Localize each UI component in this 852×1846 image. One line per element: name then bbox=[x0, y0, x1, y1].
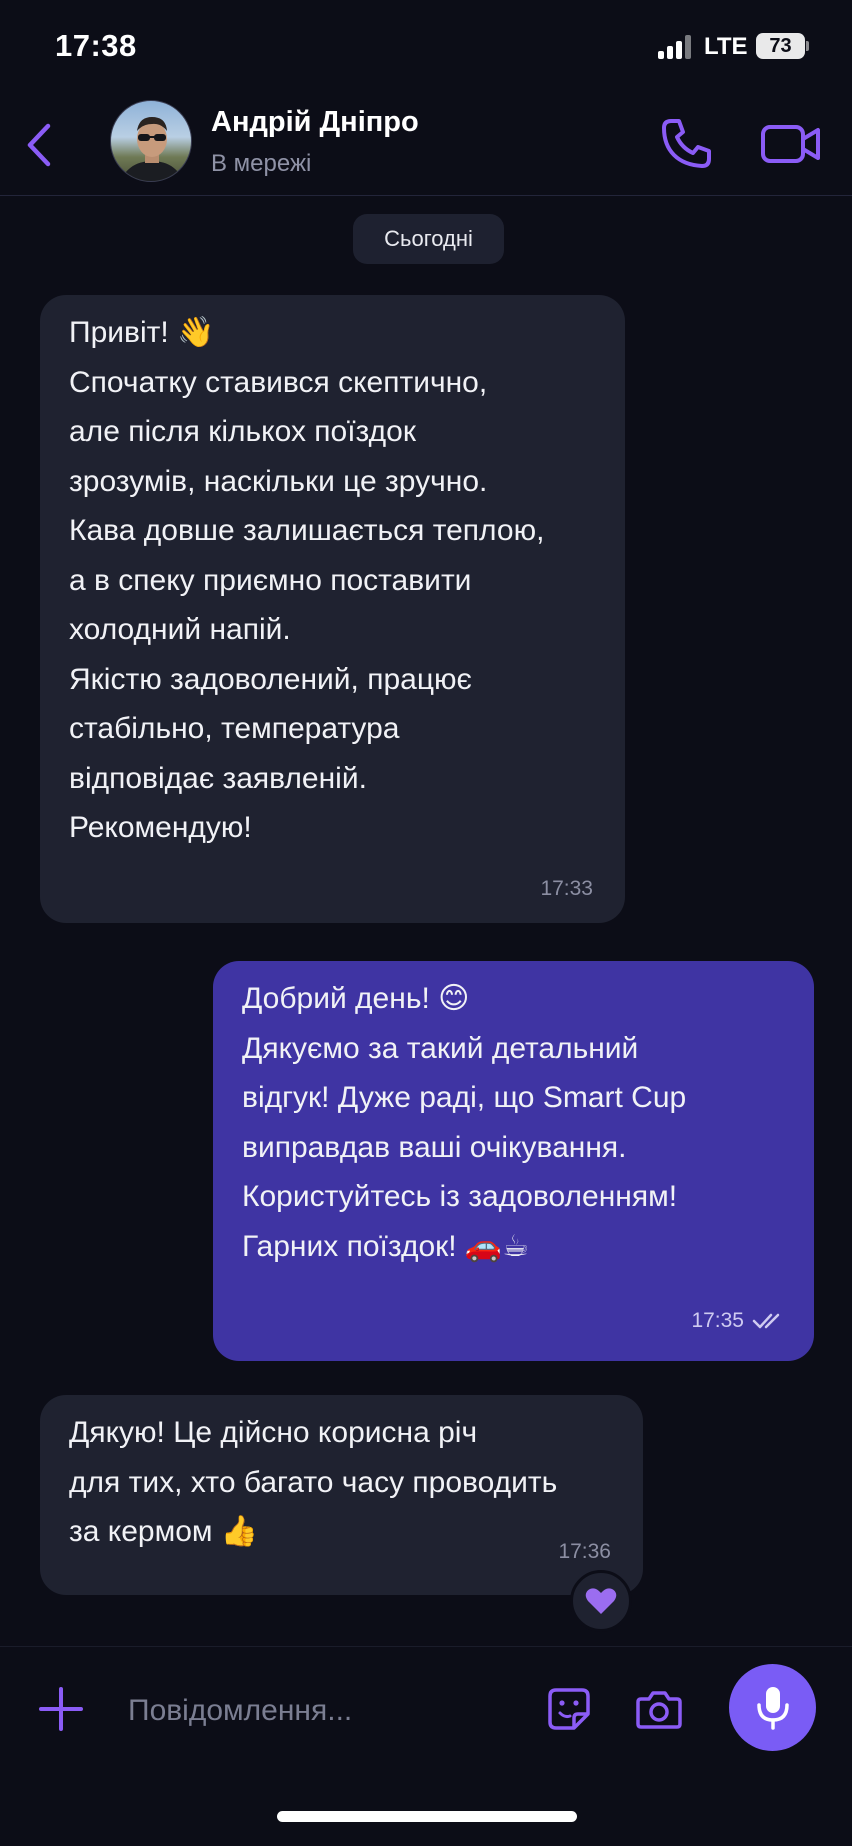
double-check-icon bbox=[752, 1313, 780, 1329]
outgoing-message-bubble[interactable]: Добрий день! 😊 Дякуємо за такий детальни… bbox=[213, 961, 814, 1361]
contact-status: В мережі bbox=[211, 150, 312, 177]
video-call-icon[interactable] bbox=[760, 120, 822, 168]
message-time: 17:33 bbox=[540, 877, 593, 900]
message-input[interactable] bbox=[128, 1686, 528, 1736]
message-time: 17:36 bbox=[558, 1540, 611, 1563]
avatar-photo bbox=[122, 117, 182, 181]
back-chevron-icon[interactable] bbox=[24, 122, 54, 168]
battery-cap bbox=[806, 41, 809, 51]
message-text: Добрий день! 😊 Дякуємо за такий детальни… bbox=[242, 982, 687, 1263]
camera-icon[interactable] bbox=[636, 1688, 682, 1730]
add-attachment-icon[interactable] bbox=[38, 1686, 84, 1732]
phone-call-icon[interactable] bbox=[658, 116, 714, 172]
battery-icon: 73 bbox=[756, 33, 805, 59]
purple-heart-icon bbox=[585, 1588, 617, 1614]
date-separator: Сьогодні bbox=[353, 214, 504, 264]
sticker-icon[interactable] bbox=[546, 1686, 592, 1732]
message-text: Дякую! Це дійсно корисна річ для тих, хт… bbox=[69, 1416, 558, 1548]
incoming-message-bubble[interactable]: Дякую! Це дійсно корисна річ для тих, хт… bbox=[40, 1395, 643, 1595]
microphone-icon bbox=[756, 1686, 789, 1730]
signal-strength-icon bbox=[658, 35, 694, 59]
incoming-message-bubble[interactable]: Привіт! 👋 Спочатку ставився скептично, а… bbox=[40, 295, 625, 923]
voice-message-button[interactable] bbox=[729, 1664, 816, 1751]
message-text: Привіт! 👋 Спочатку ставився скептично, а… bbox=[69, 316, 545, 844]
network-type: LTE bbox=[704, 33, 748, 60]
message-time: 17:35 bbox=[691, 1309, 744, 1332]
chat-header: Андрій Дніпро В мережі bbox=[0, 92, 852, 196]
reaction-badge[interactable] bbox=[570, 1570, 632, 1632]
status-time: 17:38 bbox=[55, 28, 137, 63]
contact-name[interactable]: Андрій Дніпро bbox=[211, 106, 419, 139]
battery-level: 73 bbox=[769, 34, 792, 57]
avatar[interactable] bbox=[110, 100, 192, 182]
home-indicator[interactable] bbox=[277, 1811, 577, 1822]
